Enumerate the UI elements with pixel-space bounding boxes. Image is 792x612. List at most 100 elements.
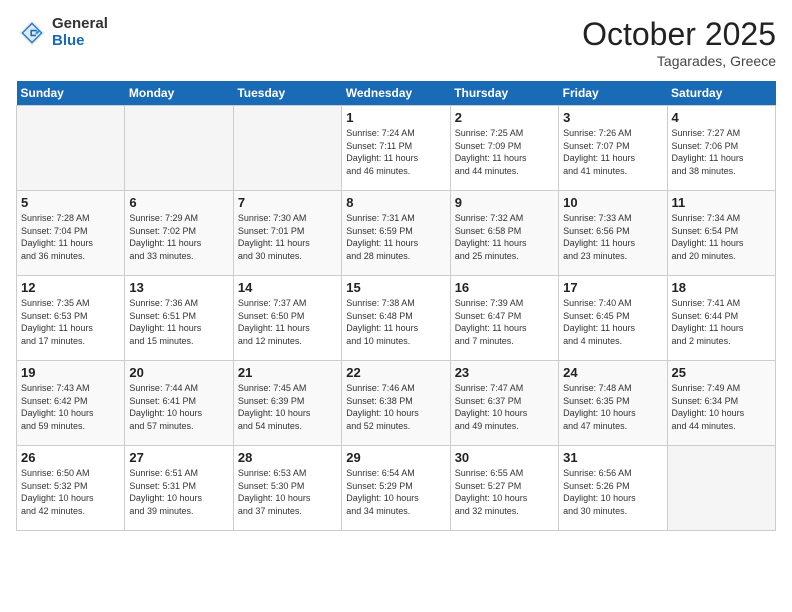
calendar-cell: 15 Sunrise: 7:38 AM Sunset: 6:48 PM Dayli… [342, 276, 450, 361]
calendar-cell: 1Sunrise: 7:24 AM Sunset: 7:11 PM Daylig… [342, 106, 450, 191]
day-number: 4 [672, 110, 771, 125]
day-info: Sunrise: 6:53 AM Sunset: 5:30 PM Dayligh… [238, 467, 337, 517]
day-info: Sunrise: 7:49 AM Sunset: 6:34 PM Dayligh… [672, 382, 771, 432]
day-info: Sunrise: 7:27 AM Sunset: 7:06 PM Dayligh… [672, 127, 771, 177]
day-info: Sunrise: 7:24 AM Sunset: 7:11 PM Dayligh… [346, 127, 445, 177]
day-number: 21 [238, 365, 337, 380]
day-info: Sunrise: 7:32 AM Sunset: 6:58 PM Dayligh… [455, 212, 554, 262]
day-number: 15 [346, 280, 445, 295]
day-number: 6 [129, 195, 228, 210]
day-number: 20 [129, 365, 228, 380]
day-info: Sunrise: 7:29 AM Sunset: 7:02 PM Dayligh… [129, 212, 228, 262]
title-block: October 2025 Tagarades, Greece [582, 16, 776, 69]
day-info: Sunrise: 7:37 AM Sunset: 6:50 PM Dayligh… [238, 297, 337, 347]
day-info: Sunrise: 7:45 AM Sunset: 6:39 PM Dayligh… [238, 382, 337, 432]
day-info: Sunrise: 7:31 AM Sunset: 6:59 PM Dayligh… [346, 212, 445, 262]
calendar-cell: 8 Sunrise: 7:31 AM Sunset: 6:59 PM Daylig… [342, 191, 450, 276]
day-number: 22 [346, 365, 445, 380]
day-info: Sunrise: 7:39 AM Sunset: 6:47 PM Dayligh… [455, 297, 554, 347]
day-info: Sunrise: 7:34 AM Sunset: 6:54 PM Dayligh… [672, 212, 771, 262]
calendar-cell: 25 Sunrise: 7:49 AM Sunset: 6:34 PM Dayli… [667, 361, 775, 446]
day-info: Sunrise: 6:54 AM Sunset: 5:29 PM Dayligh… [346, 467, 445, 517]
calendar-cell: 22Sunrise: 7:46 AM Sunset: 6:38 PM Dayli… [342, 361, 450, 446]
day-info: Sunrise: 7:47 AM Sunset: 6:37 PM Dayligh… [455, 382, 554, 432]
logo-blue: Blue [52, 33, 108, 50]
day-number: 29 [346, 450, 445, 465]
calendar-week-2: 5Sunrise: 7:28 AM Sunset: 7:04 PM Daylig… [17, 191, 776, 276]
day-info: Sunrise: 7:48 AM Sunset: 6:35 PM Dayligh… [563, 382, 662, 432]
day-info: Sunrise: 6:50 AM Sunset: 5:32 PM Dayligh… [21, 467, 120, 517]
day-info: Sunrise: 6:56 AM Sunset: 5:26 PM Dayligh… [563, 467, 662, 517]
day-number: 17 [563, 280, 662, 295]
calendar-table: SundayMondayTuesdayWednesdayThursdayFrid… [16, 81, 776, 531]
calendar-cell: 4 Sunrise: 7:27 AM Sunset: 7:06 PM Daylig… [667, 106, 775, 191]
day-number: 23 [455, 365, 554, 380]
day-number: 19 [21, 365, 120, 380]
calendar-cell: 6 Sunrise: 7:29 AM Sunset: 7:02 PM Daylig… [125, 191, 233, 276]
day-header-monday: Monday [125, 81, 233, 106]
logo: General Blue [16, 16, 108, 49]
calendar-cell: 21 Sunrise: 7:45 AM Sunset: 6:39 PM Dayli… [233, 361, 341, 446]
day-info: Sunrise: 7:38 AM Sunset: 6:48 PM Dayligh… [346, 297, 445, 347]
page-header: General Blue October 2025 Tagarades, Gre… [16, 16, 776, 69]
day-number: 24 [563, 365, 662, 380]
day-info: Sunrise: 7:33 AM Sunset: 6:56 PM Dayligh… [563, 212, 662, 262]
logo-general: General [52, 16, 108, 33]
day-info: Sunrise: 7:26 AM Sunset: 7:07 PM Dayligh… [563, 127, 662, 177]
day-number: 5 [21, 195, 120, 210]
logo-text: General Blue [52, 16, 108, 49]
day-number: 8 [346, 195, 445, 210]
calendar-cell: 17 Sunrise: 7:40 AM Sunset: 6:45 PM Dayli… [559, 276, 667, 361]
day-number: 31 [563, 450, 662, 465]
calendar-cell: 19 Sunrise: 7:43 AM Sunset: 6:42 PM Dayli… [17, 361, 125, 446]
day-number: 27 [129, 450, 228, 465]
logo-icon [16, 17, 48, 49]
day-header-thursday: Thursday [450, 81, 558, 106]
day-info: Sunrise: 6:51 AM Sunset: 5:31 PM Dayligh… [129, 467, 228, 517]
day-info: Sunrise: 6:55 AM Sunset: 5:27 PM Dayligh… [455, 467, 554, 517]
day-number: 14 [238, 280, 337, 295]
calendar-cell: 5Sunrise: 7:28 AM Sunset: 7:04 PM Daylig… [17, 191, 125, 276]
calendar-cell: 10 Sunrise: 7:33 AM Sunset: 6:56 PM Dayli… [559, 191, 667, 276]
day-number: 25 [672, 365, 771, 380]
day-info: Sunrise: 7:41 AM Sunset: 6:44 PM Dayligh… [672, 297, 771, 347]
day-number: 10 [563, 195, 662, 210]
calendar-cell: 13 Sunrise: 7:36 AM Sunset: 6:51 PM Dayli… [125, 276, 233, 361]
calendar-cell: 27 Sunrise: 6:51 AM Sunset: 5:31 PM Dayli… [125, 446, 233, 531]
calendar-cell: 26 Sunrise: 6:50 AM Sunset: 5:32 PM Dayli… [17, 446, 125, 531]
calendar-cell: 18 Sunrise: 7:41 AM Sunset: 6:44 PM Dayli… [667, 276, 775, 361]
calendar-week-3: 12Sunrise: 7:35 AM Sunset: 6:53 PM Dayli… [17, 276, 776, 361]
calendar-cell: 31 Sunrise: 6:56 AM Sunset: 5:26 PM Dayli… [559, 446, 667, 531]
day-number: 2 [455, 110, 554, 125]
calendar-cell: 29 Sunrise: 6:54 AM Sunset: 5:29 PM Dayli… [342, 446, 450, 531]
day-info: Sunrise: 7:40 AM Sunset: 6:45 PM Dayligh… [563, 297, 662, 347]
calendar-cell: 30Sunrise: 6:55 AM Sunset: 5:27 PM Dayli… [450, 446, 558, 531]
calendar-cell [17, 106, 125, 191]
day-number: 26 [21, 450, 120, 465]
day-header-tuesday: Tuesday [233, 81, 341, 106]
calendar-cell: 2 Sunrise: 7:25 AM Sunset: 7:09 PM Daylig… [450, 106, 558, 191]
day-number: 13 [129, 280, 228, 295]
calendar-cell: 24 Sunrise: 7:48 AM Sunset: 6:35 PM Dayli… [559, 361, 667, 446]
calendar-week-1: 1Sunrise: 7:24 AM Sunset: 7:11 PM Daylig… [17, 106, 776, 191]
calendar-cell: 16Sunrise: 7:39 AM Sunset: 6:47 PM Dayli… [450, 276, 558, 361]
day-info: Sunrise: 7:43 AM Sunset: 6:42 PM Dayligh… [21, 382, 120, 432]
calendar-header-row: SundayMondayTuesdayWednesdayThursdayFrid… [17, 81, 776, 106]
calendar-cell: 14 Sunrise: 7:37 AM Sunset: 6:50 PM Dayli… [233, 276, 341, 361]
day-header-friday: Friday [559, 81, 667, 106]
calendar-cell: 9Sunrise: 7:32 AM Sunset: 6:58 PM Daylig… [450, 191, 558, 276]
day-number: 18 [672, 280, 771, 295]
calendar-cell: 23 Sunrise: 7:47 AM Sunset: 6:37 PM Dayli… [450, 361, 558, 446]
calendar-body: 1Sunrise: 7:24 AM Sunset: 7:11 PM Daylig… [17, 106, 776, 531]
day-info: Sunrise: 7:35 AM Sunset: 6:53 PM Dayligh… [21, 297, 120, 347]
day-info: Sunrise: 7:36 AM Sunset: 6:51 PM Dayligh… [129, 297, 228, 347]
day-info: Sunrise: 7:25 AM Sunset: 7:09 PM Dayligh… [455, 127, 554, 177]
day-header-sunday: Sunday [17, 81, 125, 106]
calendar-cell: 11 Sunrise: 7:34 AM Sunset: 6:54 PM Dayli… [667, 191, 775, 276]
calendar-cell: 3Sunrise: 7:26 AM Sunset: 7:07 PM Daylig… [559, 106, 667, 191]
day-number: 28 [238, 450, 337, 465]
day-info: Sunrise: 7:44 AM Sunset: 6:41 PM Dayligh… [129, 382, 228, 432]
calendar-week-4: 19 Sunrise: 7:43 AM Sunset: 6:42 PM Dayli… [17, 361, 776, 446]
location: Tagarades, Greece [582, 53, 776, 69]
day-number: 11 [672, 195, 771, 210]
